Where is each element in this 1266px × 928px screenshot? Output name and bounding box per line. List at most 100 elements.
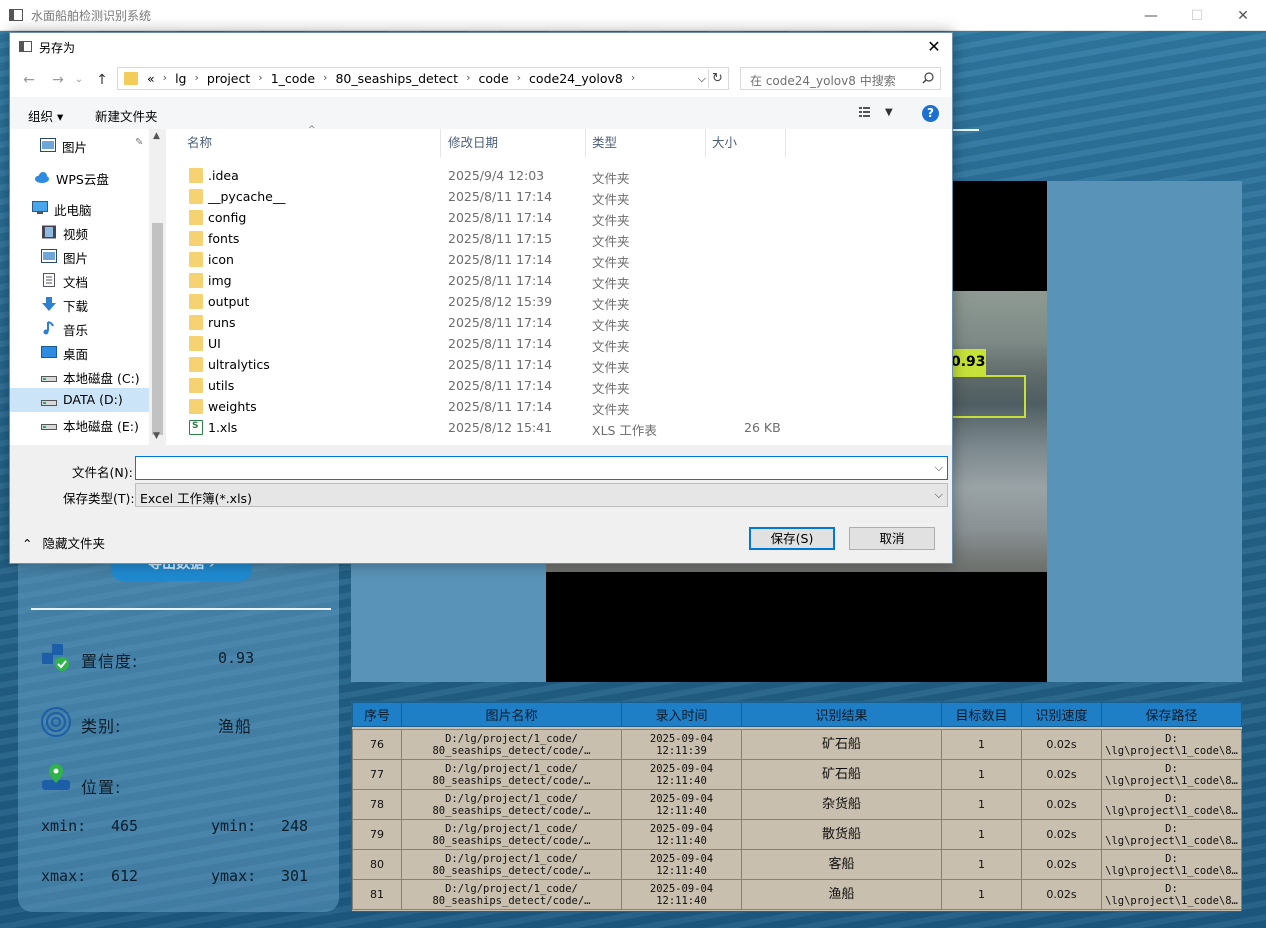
nav-item[interactable]: 文档	[10, 268, 149, 292]
cancel-button[interactable]: 取消	[849, 527, 935, 550]
col-header-result[interactable]: 识别结果	[741, 702, 942, 727]
nav-item[interactable]: WPS云盘	[10, 165, 149, 189]
chevron-right-icon[interactable]: ›	[466, 71, 470, 86]
nav-item[interactable]: 本地磁盘 (E:)	[10, 412, 149, 436]
maximize-button[interactable]: ☐	[1174, 0, 1220, 31]
recent-locations-button[interactable]: ⌄	[72, 70, 86, 90]
table-row[interactable]: 80 D:/lg/project/1_code/80_seaships_detec…	[352, 849, 1242, 880]
nav-item[interactable]: 图片	[10, 244, 149, 268]
view-dropdown-icon[interactable]: ▼	[885, 107, 893, 118]
file-row[interactable]: .idea 2025/9/4 12:03 文件夹	[166, 165, 952, 186]
file-row[interactable]: config 2025/8/11 17:14 文件夹	[166, 207, 952, 228]
nav-item[interactable]: 此电脑	[10, 196, 149, 220]
file-name: ultralytics	[208, 357, 270, 372]
class-label: 类别:	[81, 717, 122, 736]
file-row[interactable]: UI 2025/8/11 17:14 文件夹	[166, 333, 952, 354]
chevron-down-icon[interactable]: ⌵	[935, 461, 943, 475]
pin-icon[interactable]: ✎	[135, 137, 143, 148]
nav-item[interactable]: 下载	[10, 292, 149, 316]
file-list: ^ 名称 修改日期 类型 大小 .idea 2025/9/4 12:03 文件夹 __…	[166, 125, 952, 445]
cell-save-path: D: \lg\project\1_code\8…	[1101, 729, 1242, 760]
col-header-speed[interactable]: 识别速度	[1021, 702, 1102, 727]
hide-folders-toggle[interactable]: ⌃ 隐藏文件夹	[22, 533, 105, 552]
col-header-save-path[interactable]: 保存路径	[1101, 702, 1242, 727]
scroll-down-icon[interactable]: ▼	[153, 431, 160, 441]
breadcrumb-item[interactable]: 80_seaships_detect	[335, 71, 458, 86]
file-row[interactable]: runs 2025/8/11 17:14 文件夹	[166, 312, 952, 333]
table-row[interactable]: 81 D:/lg/project/1_code/80_seaships_detec…	[352, 879, 1242, 910]
table-row[interactable]: 77 D:/lg/project/1_code/80_seaships_detec…	[352, 759, 1242, 790]
file-row[interactable]: 1.xls 2025/8/12 15:41 XLS 工作表 26 KB	[166, 417, 952, 438]
help-icon[interactable]: ?	[922, 105, 939, 122]
col-header-image-name[interactable]: 图片名称	[401, 702, 622, 727]
scroll-thumb[interactable]	[152, 223, 163, 435]
filetype-select[interactable]: Excel 工作簿(*.xls) ⌵	[135, 483, 948, 507]
nav-item[interactable]: 图片 ✎	[10, 133, 149, 157]
up-button[interactable]: ↑	[92, 70, 112, 90]
nav-item[interactable]: 视频	[10, 220, 149, 244]
chevron-down-icon[interactable]: ⌵	[935, 488, 943, 502]
table-row[interactable]: 79 D:/lg/project/1_code/80_seaships_detec…	[352, 819, 1242, 850]
col-header-type[interactable]: 类型	[586, 129, 706, 157]
forward-button[interactable]: →	[48, 70, 68, 90]
col-header-entry-time[interactable]: 录入时间	[621, 702, 742, 727]
file-row[interactable]: fonts 2025/8/11 17:15 文件夹	[166, 228, 952, 249]
chevron-right-icon[interactable]: ›	[258, 71, 262, 86]
breadcrumb-item[interactable]: lg	[175, 71, 186, 86]
scroll-up-icon[interactable]: ▲	[153, 131, 160, 141]
new-folder-button[interactable]: 新建文件夹	[95, 106, 158, 125]
chevron-right-icon[interactable]: ›	[323, 71, 327, 86]
chevron-right-icon[interactable]: ›	[163, 71, 167, 86]
view-options-icon[interactable]	[859, 106, 875, 118]
file-date: 2025/8/11 17:14	[448, 357, 553, 372]
nav-scrollbar[interactable]: ▲ ▼	[149, 129, 166, 445]
file-row[interactable]: output 2025/8/12 15:39 文件夹	[166, 291, 952, 312]
close-button[interactable]: ✕	[1220, 0, 1266, 31]
dialog-close-button[interactable]: ✕	[922, 35, 946, 59]
chevron-right-icon[interactable]: ›	[194, 71, 198, 86]
ymax-value: 301	[281, 867, 309, 885]
breadcrumb-item[interactable]: code24_yolov8	[529, 71, 623, 86]
breadcrumb-item[interactable]: code	[478, 71, 508, 86]
col-header-date[interactable]: 修改日期	[442, 129, 586, 157]
search-input[interactable]: 在 code24_yolov8 中搜索	[750, 72, 896, 89]
col-header-size[interactable]: 大小	[706, 129, 786, 157]
file-row[interactable]: img 2025/8/11 17:14 文件夹	[166, 270, 952, 291]
file-row[interactable]: __pycache__ 2025/8/11 17:14 文件夹	[166, 186, 952, 207]
file-row[interactable]: ultralytics 2025/8/11 17:14 文件夹	[166, 354, 952, 375]
organize-menu[interactable]: 组织 ▾	[28, 106, 63, 125]
save-button[interactable]: 保存(S)	[749, 527, 835, 550]
app-title: 水面船舶检测识别系统	[31, 8, 152, 23]
results-table[interactable]: 序号 图片名称 录入时间 识别结果 目标数目 识别速度 保存路径 76 D:/lg…	[351, 701, 1242, 912]
file-row[interactable]: weights 2025/8/11 17:14 文件夹	[166, 396, 952, 417]
table-row[interactable]: 78 D:/lg/project/1_code/80_seaships_detec…	[352, 789, 1242, 820]
desktop-icon	[41, 345, 57, 359]
col-header-target-count[interactable]: 目标数目	[941, 702, 1022, 727]
breadcrumb-item[interactable]: «	[147, 71, 155, 86]
breadcrumb-item[interactable]: 1_code	[271, 71, 315, 86]
minimize-button[interactable]: —	[1128, 0, 1174, 31]
cell-result: 矿石船	[741, 759, 942, 790]
chevron-right-icon[interactable]: ›	[517, 71, 521, 86]
col-header-index[interactable]: 序号	[352, 702, 402, 727]
breadcrumb-item[interactable]: project	[207, 71, 250, 86]
nav-item[interactable]: DATA (D:)	[10, 388, 149, 412]
nav-item[interactable]: 本地磁盘 (C:)	[10, 364, 149, 388]
back-button[interactable]: ←	[19, 70, 39, 90]
cell-entry-time: 2025-09-04 12:11:40	[621, 819, 742, 850]
refresh-icon[interactable]: ↻	[708, 69, 726, 88]
file-date: 2025/8/11 17:14	[448, 210, 553, 225]
chevron-down-icon[interactable]: ⌵	[698, 72, 706, 86]
nav-item[interactable]: 桌面	[10, 340, 149, 364]
file-row[interactable]: utils 2025/8/11 17:14 文件夹	[166, 375, 952, 396]
chevron-right-icon[interactable]: ›	[631, 71, 635, 86]
filename-input[interactable]: ⌵	[135, 456, 948, 480]
search-box[interactable]: 在 code24_yolov8 中搜索	[740, 67, 941, 90]
address-bar[interactable]: « › lg › project › 1_code › 80_seaships_detect › c…	[117, 67, 729, 90]
col-header-name[interactable]: 名称	[181, 129, 441, 157]
file-row[interactable]: icon 2025/8/11 17:14 文件夹	[166, 249, 952, 270]
table-row[interactable]: 76 D:/lg/project/1_code/80_seaships_detec…	[352, 729, 1242, 760]
cell-path-line1: D:	[1165, 762, 1178, 775]
nav-item[interactable]: 音乐	[10, 316, 149, 340]
file-type: 文件夹	[592, 339, 630, 354]
